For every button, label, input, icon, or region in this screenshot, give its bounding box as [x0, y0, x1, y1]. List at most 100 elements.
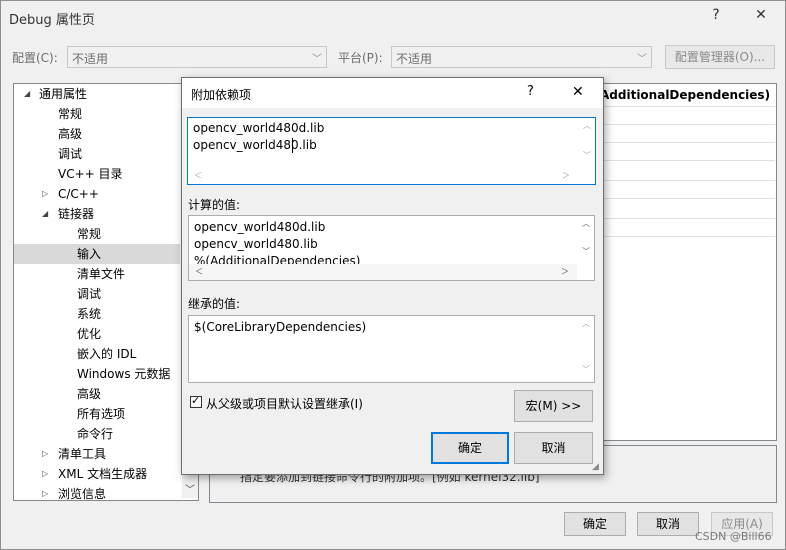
chevron-up-icon[interactable]: ︿ — [583, 120, 591, 131]
inherited-values-box: $(CoreLibraryDependencies) ︿ ﹀ — [188, 315, 595, 383]
tree-item[interactable]: 所有选项 — [14, 404, 180, 424]
collapsed-arrow-icon[interactable]: ▷ — [42, 184, 48, 204]
chevron-down-icon: ﹀ — [637, 54, 647, 65]
tree-item-label: XML 文档生成器 — [58, 467, 148, 481]
collapsed-arrow-icon[interactable]: ▷ — [42, 484, 48, 500]
inherit-checkbox[interactable]: ✓ — [190, 394, 202, 408]
inherited-vscrollbar[interactable]: ︿ ﹀ — [578, 316, 594, 382]
property-tree: ◢ 通用属性 常规 高级 调试 VC++ 目录 ▷ C/C++ ◢ 链接器 常规 输入 清单文件 调试 系统… — [13, 83, 199, 501]
tree-item-label: 优化 — [77, 327, 102, 341]
window-title: Debug 属性页 — [9, 13, 95, 28]
computed-values-box: opencv_world480d.lib opencv_world480.lib… — [188, 215, 595, 281]
tree-item[interactable]: 清单文件 — [14, 264, 180, 284]
check-icon: ✓ — [191, 394, 201, 407]
tree-item[interactable]: 嵌入的 IDL — [14, 344, 180, 364]
dialog-help-button[interactable]: ? — [527, 84, 534, 99]
platform-label: 平台(P): — [338, 51, 383, 65]
dialog-ok-button[interactable]: 确定 — [431, 432, 509, 464]
additional-dependencies-dialog: 附加依赖项 ? ✕ opencv_world480d.lib opencv_wo… — [181, 77, 604, 475]
tree-item-label: Windows 元数据 — [77, 367, 171, 381]
chevron-left-icon[interactable]: ＜ — [194, 170, 202, 181]
tree-item-label: 所有选项 — [77, 407, 126, 421]
tree-item[interactable]: VC++ 目录 — [14, 164, 180, 184]
computed-hscrollbar[interactable]: ＜ ＞ — [189, 264, 577, 280]
computed-line-2: opencv_world480.lib — [194, 237, 318, 251]
input-line-1: opencv_world480d.lib — [193, 121, 325, 135]
tree-item-label: 调试 — [77, 287, 102, 301]
tree-item[interactable]: 调试 — [14, 284, 180, 304]
tree-item[interactable]: 高级 — [14, 384, 180, 404]
chevron-down-icon[interactable]: ﹀ — [582, 364, 590, 375]
config-manager-button[interactable]: 配置管理器(O)... — [665, 45, 775, 69]
computed-vscrollbar[interactable]: ︿ ﹀ — [578, 216, 594, 264]
platform-combo[interactable]: 不适用 ﹀ — [391, 46, 652, 68]
collapsed-arrow-icon[interactable]: ▷ — [42, 444, 48, 464]
chevron-down-icon[interactable]: ﹀ — [185, 481, 195, 496]
tree-item[interactable]: ▷ 浏览信息 — [14, 484, 180, 501]
tree-item[interactable]: 调试 — [14, 144, 180, 164]
tree-item[interactable]: ▷ XML 文档生成器 — [14, 464, 180, 484]
tree-item-label: 常规 — [58, 107, 83, 121]
macros-button[interactable]: 宏(M) >> — [514, 390, 593, 422]
computed-label: 计算的值: — [188, 198, 241, 212]
tree-item[interactable]: ▷ 清单工具 — [14, 444, 180, 464]
chevron-down-icon: ﹀ — [312, 54, 322, 65]
tree-item-label: 浏览信息 — [58, 487, 107, 501]
dialog-cancel-button[interactable]: 取消 — [514, 432, 593, 464]
chevron-up-icon[interactable]: ︿ — [582, 218, 590, 229]
tree-item-label: VC++ 目录 — [58, 167, 123, 181]
help-button[interactable]: ? — [701, 7, 731, 23]
computed-line-1: opencv_world480d.lib — [194, 220, 326, 234]
chevron-up-icon[interactable]: ︿ — [582, 318, 590, 329]
chevron-left-icon[interactable]: ＜ — [195, 266, 203, 277]
inherited-line-1: $(CoreLibraryDependencies) — [194, 320, 367, 334]
expanded-arrow-icon[interactable]: ◢ — [24, 84, 30, 104]
tree-item-label: 清单文件 — [77, 267, 126, 281]
dialog-close-button[interactable]: ✕ — [572, 84, 584, 100]
cancel-button[interactable]: 取消 — [637, 512, 699, 536]
chevron-down-icon[interactable]: ﹀ — [583, 150, 591, 161]
text-cursor — [292, 138, 293, 153]
grid-header-text: AdditionalDependencies) — [600, 88, 771, 102]
tree-item-label: 高级 — [77, 387, 102, 401]
tree-item-label: 清单工具 — [58, 447, 107, 461]
chevron-right-icon[interactable]: ＞ — [562, 170, 570, 181]
input-line-2: opencv_world480.lib — [193, 138, 317, 152]
tree-item-label: 调试 — [58, 147, 83, 161]
resize-grip-icon[interactable]: ◢ — [592, 462, 599, 472]
inherit-checkbox-label[interactable]: 从父级或项目默认设置继承(I) — [206, 395, 363, 412]
input-vscrollbar[interactable]: ︿ ﹀ — [579, 118, 595, 168]
tree-item-label: 命令行 — [77, 427, 114, 441]
config-value: 不适用 — [72, 52, 109, 66]
tree-item-label: 系统 — [77, 307, 102, 321]
tree-item-label: 通用属性 — [39, 87, 88, 101]
tree-item-label: 输入 — [77, 247, 102, 261]
input-hscrollbar[interactable]: ＜ ＞ — [188, 168, 578, 184]
config-label: 配置(C): — [12, 51, 58, 65]
inherited-label: 继承的值: — [188, 297, 241, 311]
ok-button[interactable]: 确定 — [564, 512, 626, 536]
config-combo[interactable]: 不适用 ﹀ — [67, 46, 327, 68]
chevron-down-icon[interactable]: ﹀ — [582, 246, 590, 257]
tree-item[interactable]: ◢ 链接器 — [14, 204, 180, 224]
expanded-arrow-icon[interactable]: ◢ — [42, 204, 48, 224]
tree-item[interactable]: 高级 — [14, 124, 180, 144]
tree-item[interactable]: Windows 元数据 — [14, 364, 180, 384]
tree-item-label: 高级 — [58, 127, 83, 141]
tree-item[interactable]: 常规 — [14, 224, 180, 244]
tree-item[interactable]: 常规 — [14, 104, 180, 124]
tree-item[interactable]: 优化 — [14, 324, 180, 344]
dialog-title: 附加依赖项 — [191, 88, 252, 102]
tree-item-label: 嵌入的 IDL — [77, 347, 137, 361]
tree-item[interactable]: ▷ C/C++ — [14, 184, 180, 204]
tree-item[interactable]: 系统 — [14, 304, 180, 324]
collapsed-arrow-icon[interactable]: ▷ — [42, 464, 48, 484]
tree-item[interactable]: 命令行 — [14, 424, 180, 444]
tree-item[interactable]: 输入 — [14, 244, 180, 264]
watermark: CSDN @Bill66 — [695, 530, 772, 543]
dependencies-input[interactable]: opencv_world480d.lib opencv_world480.lib… — [187, 117, 596, 185]
close-button[interactable]: ✕ — [746, 7, 776, 23]
tree-item-label: C/C++ — [58, 187, 99, 201]
tree-item[interactable]: ◢ 通用属性 — [14, 84, 180, 104]
chevron-right-icon[interactable]: ＞ — [561, 266, 569, 277]
